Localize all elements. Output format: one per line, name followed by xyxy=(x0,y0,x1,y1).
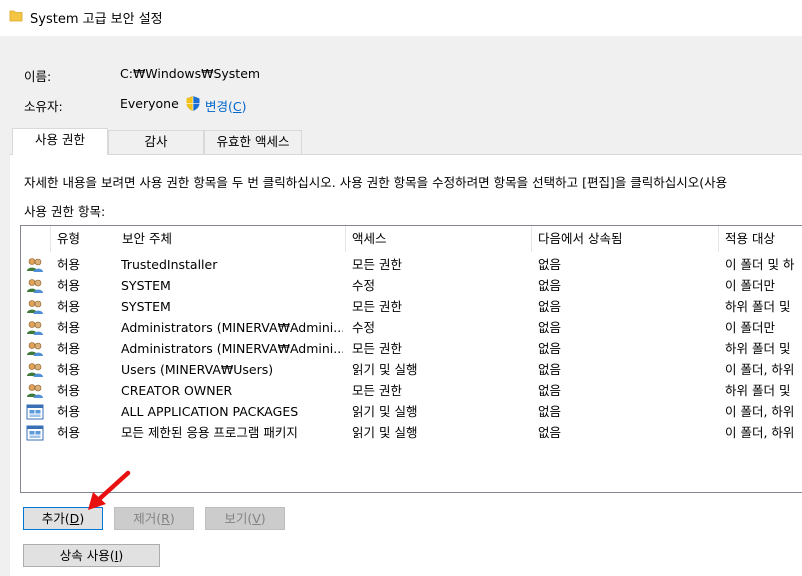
change-owner-link[interactable]: 변경(C) xyxy=(205,96,247,115)
cell-inherited: 없음 xyxy=(538,299,562,314)
column-header-applies-to[interactable]: 적용 대상 xyxy=(719,226,802,252)
cell-applies: 이 폴더, 하위 xyxy=(725,362,795,377)
users-icon xyxy=(26,362,44,378)
users-icon xyxy=(26,299,44,315)
cell-type: 허용 xyxy=(57,341,81,356)
cell-inherited: 없음 xyxy=(538,383,562,398)
cell-principal: ALL APPLICATION PACKAGES xyxy=(121,404,299,419)
cell-applies: 이 폴더, 하위 xyxy=(725,425,795,440)
owner-label: 소유자: xyxy=(24,99,63,114)
column-header-icon xyxy=(21,226,51,252)
cell-type: 허용 xyxy=(57,362,81,377)
users-icon xyxy=(26,341,44,357)
table-row[interactable]: 허용 Administrators (MINERVA₩Admini... 수정 없음 이… xyxy=(21,317,802,338)
table-row[interactable]: 허용 Administrators (MINERVA₩Admini... 모든 권한… xyxy=(21,338,802,359)
table-row[interactable]: 허용 ALL APPLICATION PACKAGES 읽기 및 실행 없음 이 폴더,… xyxy=(21,401,802,422)
cell-inherited: 없음 xyxy=(538,425,562,440)
package-icon xyxy=(26,404,44,420)
permission-entries-label: 사용 권한 항목: xyxy=(24,204,106,219)
cell-type: 허용 xyxy=(57,278,81,293)
cell-access: 모든 권한 xyxy=(352,383,402,398)
cell-inherited: 없음 xyxy=(538,257,562,272)
cell-access: 수정 xyxy=(352,278,376,293)
cell-principal: Administrators (MINERVA₩Admini... xyxy=(121,341,343,356)
tab-permissions[interactable]: 사용 권한 xyxy=(12,128,108,155)
cell-access: 모든 권한 xyxy=(352,299,402,314)
uac-shield-icon xyxy=(186,96,200,111)
cell-type: 허용 xyxy=(57,383,81,398)
name-value: C:₩Windows₩System xyxy=(120,66,261,81)
cell-principal: 모든 제한된 응용 프로그램 패키지 xyxy=(121,425,298,440)
table-row[interactable]: 허용 SYSTEM 수정 없음 이 폴더만 xyxy=(21,275,802,296)
cell-applies: 이 폴더, 하위 xyxy=(725,404,795,419)
users-icon xyxy=(26,320,44,336)
cell-type: 허용 xyxy=(57,425,81,440)
cell-inherited: 없음 xyxy=(538,404,562,419)
cell-type: 허용 xyxy=(57,320,81,335)
table-row[interactable]: 허용 Users (MINERVA₩Users) 읽기 및 실행 없음 이 폴더, 하위 xyxy=(21,359,802,380)
window-title: System 고급 보안 설정 xyxy=(30,12,163,27)
cell-inherited: 없음 xyxy=(538,341,562,356)
users-icon xyxy=(26,278,44,294)
enable-inheritance-button[interactable]: 상속 사용(I) xyxy=(23,544,160,567)
users-icon xyxy=(26,257,44,273)
cell-principal: TrustedInstaller xyxy=(121,257,218,272)
cell-applies: 이 폴더만 xyxy=(725,278,775,293)
cell-principal: SYSTEM xyxy=(121,299,171,314)
cell-access: 읽기 및 실행 xyxy=(352,404,418,419)
users-icon xyxy=(26,383,44,399)
cell-type: 허용 xyxy=(57,257,81,272)
cell-access: 수정 xyxy=(352,320,376,335)
table-row[interactable]: 허용 CREATOR OWNER 모든 권한 없음 하위 폴더 및 xyxy=(21,380,802,401)
tab-auditing[interactable]: 감사 xyxy=(108,130,204,154)
owner-value: Everyone xyxy=(120,96,179,111)
table-row[interactable]: 허용 모든 제한된 응용 프로그램 패키지 읽기 및 실행 없음 이 폴더, 하위 xyxy=(21,422,802,443)
column-header-inherited-from[interactable]: 다음에서 상속됨 xyxy=(532,226,719,252)
name-label: 이름: xyxy=(24,69,52,84)
cell-applies: 이 폴더 및 하 xyxy=(725,257,795,272)
cell-applies: 이 폴더만 xyxy=(725,320,775,335)
cell-inherited: 없음 xyxy=(538,278,562,293)
cell-inherited: 없음 xyxy=(538,320,562,335)
cell-access: 읽기 및 실행 xyxy=(352,362,418,377)
red-arrow-icon xyxy=(88,470,131,510)
package-icon xyxy=(26,425,44,441)
cell-access: 모든 권한 xyxy=(352,257,402,272)
view-button[interactable]: 보기(V) xyxy=(205,507,285,530)
cell-access: 모든 권한 xyxy=(352,341,402,356)
cell-principal: SYSTEM xyxy=(121,278,171,293)
permission-entries-list[interactable]: 유형 보안 주체 액세스 다음에서 상속됨 적용 대상 허용 TrustedIns… xyxy=(20,225,802,493)
cell-applies: 하위 폴더 및 xyxy=(725,341,791,356)
cell-applies: 하위 폴더 및 xyxy=(725,299,791,314)
table-row[interactable]: 허용 SYSTEM 모든 권한 없음 하위 폴더 및 xyxy=(21,296,802,317)
cell-type: 허용 xyxy=(57,404,81,419)
table-row[interactable]: 허용 TrustedInstaller 모든 권한 없음 이 폴더 및 하 xyxy=(21,254,802,275)
column-header-access[interactable]: 액세스 xyxy=(346,226,532,252)
folder-icon xyxy=(9,10,23,22)
cell-access: 읽기 및 실행 xyxy=(352,425,418,440)
cell-type: 허용 xyxy=(57,299,81,314)
tab-effective-access[interactable]: 유효한 액세스 xyxy=(204,130,302,154)
cell-principal: Users (MINERVA₩Users) xyxy=(121,362,274,377)
cell-principal: CREATOR OWNER xyxy=(121,383,233,398)
cell-principal: Administrators (MINERVA₩Admini... xyxy=(121,320,343,335)
column-header-principal[interactable]: 보안 주체 xyxy=(116,226,346,252)
cell-applies: 하위 폴더 및 xyxy=(725,383,791,398)
cell-inherited: 없음 xyxy=(538,362,562,377)
instruction-text: 자세한 내용을 보려면 사용 권한 항목을 두 번 클릭하십시오. 사용 권한 … xyxy=(24,175,728,190)
title-bar: System 고급 보안 설정 xyxy=(0,0,802,34)
